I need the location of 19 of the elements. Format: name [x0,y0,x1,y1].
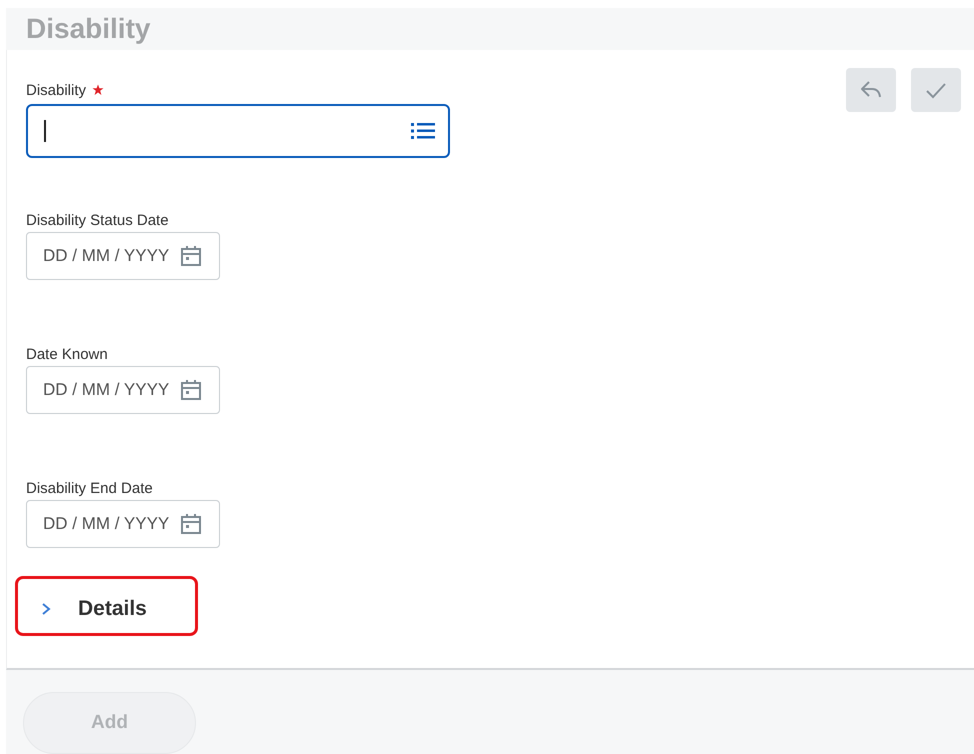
field-label: Disability [26,82,86,98]
field-label: Date Known [26,346,108,362]
date-placeholder: DD / MM / YYYY [43,380,170,400]
date-field[interactable]: DD / MM / YYYY [26,232,220,280]
details-toggle[interactable]: Details [15,576,198,636]
calendar-icon [179,512,204,536]
date-field[interactable]: DD / MM / YYYY [26,366,220,414]
date-placeholder: DD / MM / YYYY [43,514,170,534]
calendar-icon [179,378,204,402]
date-field[interactable]: DD / MM / YYYY [26,500,220,548]
date-placeholder: DD / MM / YYYY [43,246,170,266]
calendar-icon [179,244,204,268]
list-icon [410,121,436,141]
chevron-icon [40,602,52,616]
text-cursor [44,120,46,142]
field-label: Disability Status Date [26,212,169,228]
input-field[interactable] [26,104,450,158]
page-title: Disability [26,13,150,45]
field-label: Disability End Date [26,480,153,496]
